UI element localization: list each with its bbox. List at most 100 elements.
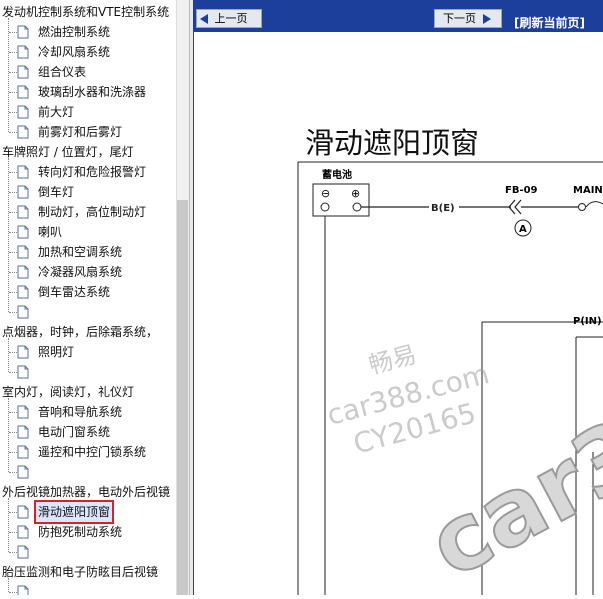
tree-item[interactable]: 转向灯和危险报警灯	[0, 162, 176, 182]
tree-connector	[9, 92, 17, 93]
tree-item[interactable]: 倒车灯	[0, 182, 176, 202]
tree-item[interactable]: 滑动遮阳顶窗	[0, 500, 176, 524]
main-link	[585, 201, 603, 208]
tree-connector	[9, 372, 17, 373]
document-icon	[17, 585, 29, 595]
document-icon	[17, 445, 29, 459]
tree-item[interactable]: 玻璃刮水器和洗涤器	[0, 82, 176, 102]
tree-item[interactable]: 加热和空调系统	[0, 242, 176, 262]
tree-connector	[9, 252, 17, 253]
tree-item-label: 燃油控制系统	[38, 25, 111, 39]
tree-item-label: 组合仪表	[38, 65, 87, 79]
document-icon	[17, 25, 29, 39]
document-icon	[17, 245, 29, 259]
document-icon	[17, 265, 29, 279]
document-icon	[17, 205, 29, 219]
tree-item[interactable]: 前大灯	[0, 102, 176, 122]
tree-item[interactable]: 制动灯，高位制动灯	[0, 202, 176, 222]
tree-item[interactable]	[0, 302, 176, 322]
tree-connector	[9, 432, 17, 433]
document-icon	[17, 65, 29, 79]
tree-item-label-selected: 滑动遮阳顶窗	[33, 500, 115, 524]
document-icon	[17, 165, 29, 179]
tree-item[interactable]: 电动门窗系统	[0, 422, 176, 442]
tree-connector	[9, 272, 17, 273]
tree-item-label: 喇叭	[38, 225, 63, 239]
document-icon	[17, 45, 29, 59]
tree-item-label: 遥控和中控门锁系统	[38, 445, 147, 459]
tree-item-label: 冷却风扇系统	[38, 45, 111, 59]
tree-item-label: 防抱死制动系统	[38, 525, 123, 539]
tree-item[interactable]: 前雾灯和后雾灯	[0, 122, 176, 142]
tree-category[interactable]: 点烟器，时钟，后除霜系统，	[2, 322, 158, 342]
document-icon	[17, 425, 29, 439]
tree-connector	[9, 532, 17, 533]
tree-connector	[9, 452, 17, 453]
document-icon	[17, 225, 29, 239]
tree-item[interactable]: 喇叭	[0, 222, 176, 242]
tree-item[interactable]: 组合仪表	[0, 62, 176, 82]
main-label: MAIN	[573, 185, 603, 196]
tree-connector	[9, 352, 17, 353]
tree-item-label: 照明灯	[38, 345, 75, 359]
document-icon	[17, 305, 29, 319]
tree-connector	[9, 192, 17, 193]
battery-minus-icon: ⊖	[321, 187, 330, 200]
tree-connector	[9, 592, 17, 593]
fuse-label: FB-09	[505, 185, 538, 196]
connector-a-label: A	[519, 224, 527, 235]
battery-label: 蓄电池	[322, 168, 352, 181]
document-icon	[17, 185, 29, 199]
tree-guide-line	[8, 18, 9, 132]
tree-guide-line	[8, 498, 9, 552]
tree-item[interactable]: 燃油控制系统	[0, 22, 176, 42]
next-page-button[interactable]: 下一页	[434, 9, 502, 28]
tree-item[interactable]: 防抱死制动系统	[0, 522, 176, 542]
battery-plus-icon: ⊕	[351, 187, 360, 200]
tree-item[interactable]: 遥控和中控门锁系统	[0, 442, 176, 462]
tree-item[interactable]: 冷却风扇系统	[0, 42, 176, 62]
document-icon	[17, 85, 29, 99]
tree-item-label: 前大灯	[38, 105, 75, 119]
tree-connector	[9, 172, 17, 173]
prev-page-button[interactable]: 上一页	[196, 9, 262, 28]
document-icon	[17, 465, 29, 479]
prev-page-label: 上一页	[214, 12, 248, 25]
next-page-label: 下一页	[443, 12, 476, 25]
tree-item[interactable]: 倒车雷达系统	[0, 282, 176, 302]
arrow-left-icon	[200, 14, 208, 24]
tree-item[interactable]: 音响和导航系统	[0, 402, 176, 422]
tree-category[interactable]: 胎压监测和电子防眩目后视镜	[2, 562, 158, 582]
tree-category[interactable]: 外后视镜加热器，电动外后视镜	[2, 482, 170, 502]
tree-category[interactable]: 室内灯，阅读灯，礼仪灯	[2, 382, 134, 402]
tree-item-label: 音响和导航系统	[38, 405, 123, 419]
tree-connector	[9, 132, 17, 133]
tree-item[interactable]	[0, 582, 176, 595]
tree-item-label: 转向灯和危险报警灯	[38, 165, 147, 179]
tree-item[interactable]	[0, 542, 176, 562]
tree-connector	[9, 212, 17, 213]
document-icon	[17, 365, 29, 379]
tree-scrollbar-thumb[interactable]	[177, 200, 188, 595]
tree-item[interactable]: 照明灯	[0, 342, 176, 362]
tree-item-label: 玻璃刮水器和洗涤器	[38, 85, 147, 99]
battery-terminal-pos	[352, 202, 362, 212]
document-icon	[17, 405, 29, 419]
tree-guide-line	[8, 578, 9, 592]
tree-category[interactable]: 发动机控制系统和VTE控制系统	[2, 2, 169, 22]
tree-connector	[9, 32, 17, 33]
tree-item[interactable]	[0, 362, 176, 382]
tree-item[interactable]: 冷凝器风扇系统	[0, 262, 176, 282]
tree-item-label: 冷凝器风扇系统	[38, 265, 123, 279]
tree-item-label: 加热和空调系统	[38, 245, 123, 259]
document-icon	[17, 505, 29, 519]
tree-connector	[9, 292, 17, 293]
tree-connector	[9, 112, 17, 113]
refresh-page-link[interactable]: [刷新当前页]	[514, 14, 585, 31]
tree-item-label: 前雾灯和后雾灯	[38, 125, 123, 139]
tree-category[interactable]: 车牌照灯 / 位置灯，尾灯	[2, 142, 134, 162]
tree-item[interactable]	[0, 462, 176, 482]
document-icon	[17, 125, 29, 139]
tree-guide-line	[8, 338, 9, 372]
tree-item-label: 电动门窗系统	[38, 425, 111, 439]
